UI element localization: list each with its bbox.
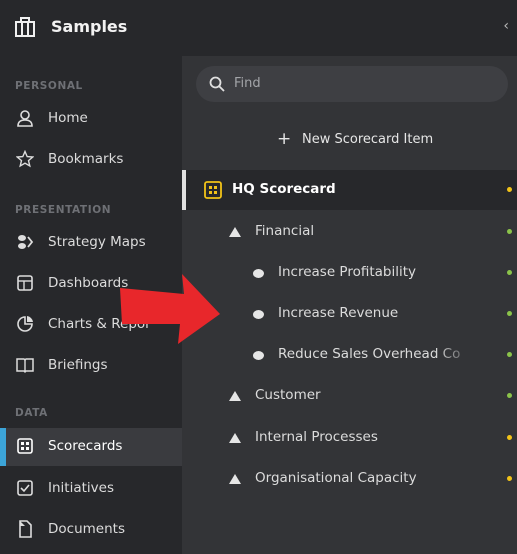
scorecard-icon: [204, 181, 222, 199]
tree-item-label: Internal Processes: [255, 429, 378, 445]
tree-item-increase-profitability[interactable]: Increase Profitability: [182, 253, 517, 293]
sidebar-item-briefings[interactable]: Briefings: [0, 347, 182, 385]
status-dot: [507, 352, 512, 357]
top-bar: Samples ‹: [0, 0, 517, 57]
sidebar-item-label: Briefings: [48, 357, 108, 373]
document-icon: [19, 520, 32, 538]
objective-bullet-icon: [253, 351, 264, 360]
status-dot: [507, 476, 512, 481]
sidebar-item-label: Documents: [48, 521, 125, 537]
scorecard-icon: [17, 438, 33, 454]
search-input[interactable]: Find: [196, 66, 508, 102]
sidebar-item-label: Scorecards: [48, 438, 123, 454]
app-window: Samples ‹ PERSONAL Home Bookmarks PRESEN…: [0, 0, 517, 554]
plus-icon: +: [277, 129, 292, 149]
app-title: Samples: [51, 17, 128, 36]
tree-item-hq-scorecard[interactable]: HQ Scorecard: [182, 170, 517, 210]
status-dot: [507, 229, 512, 234]
collapse-sidebar-button[interactable]: ‹: [503, 18, 509, 34]
main-panel: Find + New Scorecard Item HQ Scorecard F…: [182, 56, 517, 554]
status-dot: [507, 187, 512, 192]
objective-bullet-icon: [253, 269, 264, 278]
sidebar-item-bookmarks[interactable]: Bookmarks: [0, 141, 182, 179]
section-presentation: PRESENTATION: [15, 204, 112, 216]
sidebar-item-strategy-maps[interactable]: Strategy Maps: [0, 224, 182, 262]
sidebar-item-initiatives[interactable]: Initiatives: [0, 470, 182, 508]
tree-item-increase-revenue[interactable]: Increase Revenue: [182, 294, 517, 334]
dashboard-icon: [17, 275, 33, 291]
search-icon: [209, 76, 225, 92]
perspective-triangle-icon: [229, 474, 241, 484]
strategy-map-icon: [18, 235, 34, 249]
annotation-arrow-icon: [120, 274, 220, 344]
person-icon: [17, 110, 33, 127]
tree-item-label: Increase Revenue: [278, 305, 399, 321]
star-icon: [16, 150, 34, 168]
section-data: DATA: [15, 407, 48, 419]
tree-item-label: HQ Scorecard: [232, 181, 336, 197]
new-item-label: New Scorecard Item: [302, 132, 434, 147]
status-dot: [507, 311, 512, 316]
text-fade: [435, 340, 475, 370]
sidebar-item-documents[interactable]: Documents: [0, 511, 182, 549]
briefcase-icon: [15, 17, 35, 37]
tree-item-internal-processes[interactable]: Internal Processes: [182, 418, 517, 458]
section-personal: PERSONAL: [15, 80, 83, 92]
tree-item-organisational-capacity[interactable]: Organisational Capacity: [182, 459, 517, 499]
tree-item-label: Customer: [255, 387, 321, 403]
perspective-triangle-icon: [229, 433, 241, 443]
tree-item-reduce-sales-overhead[interactable]: Reduce Sales Overhead Co: [182, 335, 517, 375]
sidebar-item-scorecards[interactable]: Scorecards: [0, 428, 182, 466]
sidebar-item-home[interactable]: Home: [0, 100, 182, 138]
status-dot: [507, 435, 512, 440]
sidebar-item-label: Bookmarks: [48, 151, 124, 167]
status-dot: [507, 393, 512, 398]
tree-item-financial[interactable]: Financial: [182, 212, 517, 252]
search-placeholder: Find: [234, 76, 261, 91]
pie-chart-icon: [17, 316, 33, 332]
perspective-triangle-icon: [229, 391, 241, 401]
objective-bullet-icon: [253, 310, 264, 319]
tree-item-label: Increase Profitability: [278, 264, 417, 280]
tree-item-label: Financial: [255, 223, 315, 239]
new-scorecard-item-button[interactable]: + New Scorecard Item: [182, 122, 517, 158]
checkbox-icon: [17, 480, 33, 496]
status-dot: [507, 270, 512, 275]
perspective-triangle-icon: [229, 227, 241, 237]
tree-item-label: Organisational Capacity: [255, 470, 417, 486]
sidebar-item-label: Initiatives: [48, 480, 114, 496]
sidebar-item-label: Home: [48, 110, 88, 126]
sidebar-item-label: Dashboards: [48, 275, 129, 291]
book-icon: [16, 358, 34, 374]
tree-item-customer[interactable]: Customer: [182, 376, 517, 416]
sidebar-item-label: Strategy Maps: [48, 234, 146, 250]
